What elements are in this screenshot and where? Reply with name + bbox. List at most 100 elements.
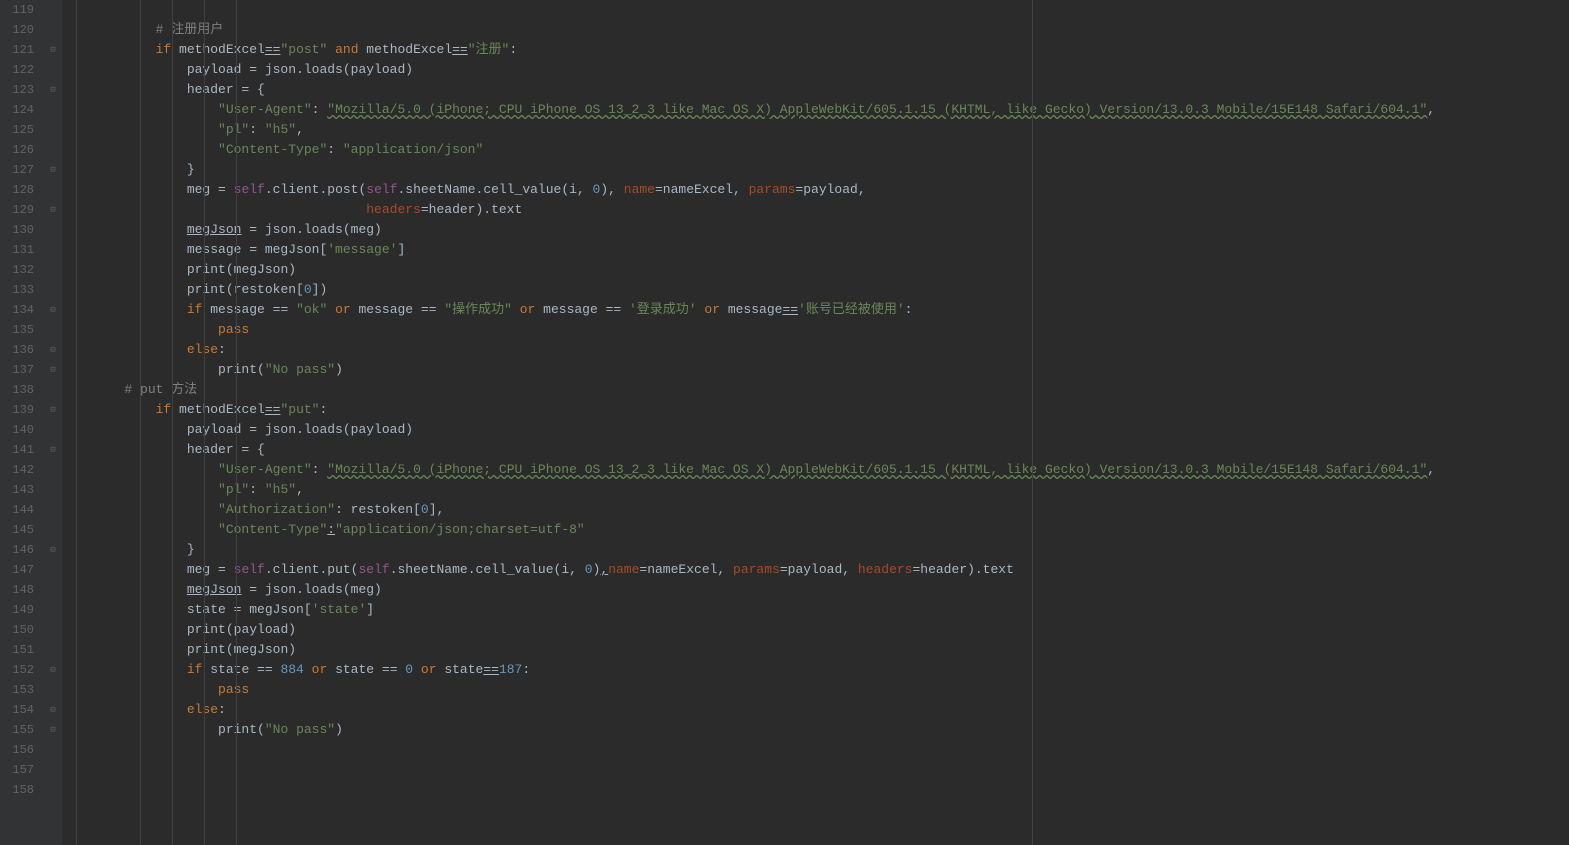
fold-marker[interactable]: ⊟	[44, 200, 62, 220]
fold-marker	[44, 480, 62, 500]
code-line[interactable]	[62, 0, 1569, 20]
fold-marker[interactable]: ⊟	[44, 300, 62, 320]
fold-marker	[44, 460, 62, 480]
fold-marker	[44, 220, 62, 240]
code-line[interactable]: pass	[62, 680, 1569, 700]
code-line[interactable]: }	[62, 160, 1569, 180]
code-line[interactable]: payload = json.loads(payload)	[62, 420, 1569, 440]
line-number: 129	[4, 200, 34, 220]
code-line[interactable]: meg = self.client.put(self.sheetName.cel…	[62, 560, 1569, 580]
fold-marker	[44, 760, 62, 780]
line-number: 138	[4, 380, 34, 400]
code-line[interactable]: "pl": "h5",	[62, 120, 1569, 140]
code-line[interactable]: "Content-Type":"application/json;charset…	[62, 520, 1569, 540]
code-line[interactable]	[62, 780, 1569, 800]
code-line[interactable]: }	[62, 540, 1569, 560]
code-line[interactable]: # 注册用户	[62, 20, 1569, 40]
code-line[interactable]: print(restoken[0])	[62, 280, 1569, 300]
code-line[interactable]: "Content-Type": "application/json"	[62, 140, 1569, 160]
line-number: 146	[4, 540, 34, 560]
code-editor[interactable]: 1191201211221231241251261271281291301311…	[0, 0, 1569, 845]
fold-marker	[44, 140, 62, 160]
code-line[interactable]: else:	[62, 340, 1569, 360]
code-line[interactable]: if methodExcel=="post" and methodExcel==…	[62, 40, 1569, 60]
line-number: 137	[4, 360, 34, 380]
fold-marker[interactable]: ⊟	[44, 700, 62, 720]
code-line[interactable]: "User-Agent": "Mozilla/5.0 (iPhone; CPU …	[62, 100, 1569, 120]
code-line[interactable]: print(megJson)	[62, 260, 1569, 280]
code-line[interactable]: if message == "ok" or message == "操作成功" …	[62, 300, 1569, 320]
line-number: 152	[4, 660, 34, 680]
fold-marker[interactable]: ⊟	[44, 660, 62, 680]
line-number: 119	[4, 0, 34, 20]
code-line[interactable]: payload = json.loads(payload)	[62, 60, 1569, 80]
fold-marker[interactable]: ⊟	[44, 440, 62, 460]
fold-marker[interactable]: ⊟	[44, 360, 62, 380]
code-line[interactable]: # put 方法	[62, 380, 1569, 400]
code-line[interactable]: state = megJson['state']	[62, 600, 1569, 620]
fold-marker	[44, 60, 62, 80]
line-number: 140	[4, 420, 34, 440]
line-number: 122	[4, 60, 34, 80]
fold-marker	[44, 620, 62, 640]
code-line[interactable]: "Authorization": restoken[0],	[62, 500, 1569, 520]
fold-gutter[interactable]: ⊟⊟⊟⊟⊟⊟⊟⊟⊟⊟⊟⊟⊟	[44, 0, 62, 845]
fold-marker	[44, 640, 62, 660]
code-line[interactable]: print("No pass")	[62, 720, 1569, 740]
fold-marker[interactable]: ⊟	[44, 40, 62, 60]
code-line[interactable]: pass	[62, 320, 1569, 340]
fold-marker	[44, 100, 62, 120]
fold-marker	[44, 580, 62, 600]
line-number: 130	[4, 220, 34, 240]
code-line[interactable]: print("No pass")	[62, 360, 1569, 380]
line-number: 156	[4, 740, 34, 760]
line-number: 134	[4, 300, 34, 320]
code-line[interactable]: print(payload)	[62, 620, 1569, 640]
line-number: 149	[4, 600, 34, 620]
line-number: 126	[4, 140, 34, 160]
code-line[interactable]: print(megJson)	[62, 640, 1569, 660]
code-line[interactable]: header = {	[62, 80, 1569, 100]
code-line[interactable]: else:	[62, 700, 1569, 720]
fold-marker	[44, 120, 62, 140]
code-line[interactable]: megJson = json.loads(meg)	[62, 580, 1569, 600]
fold-marker[interactable]: ⊟	[44, 720, 62, 740]
code-line[interactable]: if state == 884 or state == 0 or state==…	[62, 660, 1569, 680]
line-number: 153	[4, 680, 34, 700]
fold-marker	[44, 260, 62, 280]
fold-marker[interactable]: ⊟	[44, 540, 62, 560]
fold-marker	[44, 680, 62, 700]
code-line[interactable]: headers=header).text	[62, 200, 1569, 220]
code-line[interactable]: message = megJson['message']	[62, 240, 1569, 260]
fold-marker	[44, 20, 62, 40]
line-number: 151	[4, 640, 34, 660]
line-number: 157	[4, 760, 34, 780]
code-area[interactable]: # 注册用户 if methodExcel=="post" and method…	[62, 0, 1569, 845]
fold-marker	[44, 420, 62, 440]
fold-marker	[44, 280, 62, 300]
line-number: 141	[4, 440, 34, 460]
fold-marker	[44, 740, 62, 760]
line-number: 150	[4, 620, 34, 640]
line-number: 143	[4, 480, 34, 500]
code-line[interactable]: if methodExcel=="put":	[62, 400, 1569, 420]
fold-marker[interactable]: ⊟	[44, 400, 62, 420]
fold-marker[interactable]: ⊟	[44, 160, 62, 180]
code-line[interactable]: header = {	[62, 440, 1569, 460]
line-number: 127	[4, 160, 34, 180]
code-line[interactable]	[62, 740, 1569, 760]
code-line[interactable]: megJson = json.loads(meg)	[62, 220, 1569, 240]
line-number: 125	[4, 120, 34, 140]
line-number: 144	[4, 500, 34, 520]
line-number: 139	[4, 400, 34, 420]
code-line[interactable]	[62, 760, 1569, 780]
line-number: 123	[4, 80, 34, 100]
code-line[interactable]: "User-Agent": "Mozilla/5.0 (iPhone; CPU …	[62, 460, 1569, 480]
fold-marker	[44, 500, 62, 520]
code-line[interactable]: "pl": "h5",	[62, 480, 1569, 500]
code-line[interactable]: meg = self.client.post(self.sheetName.ce…	[62, 180, 1569, 200]
line-number: 128	[4, 180, 34, 200]
fold-marker[interactable]: ⊟	[44, 80, 62, 100]
line-number: 158	[4, 780, 34, 800]
fold-marker[interactable]: ⊟	[44, 340, 62, 360]
